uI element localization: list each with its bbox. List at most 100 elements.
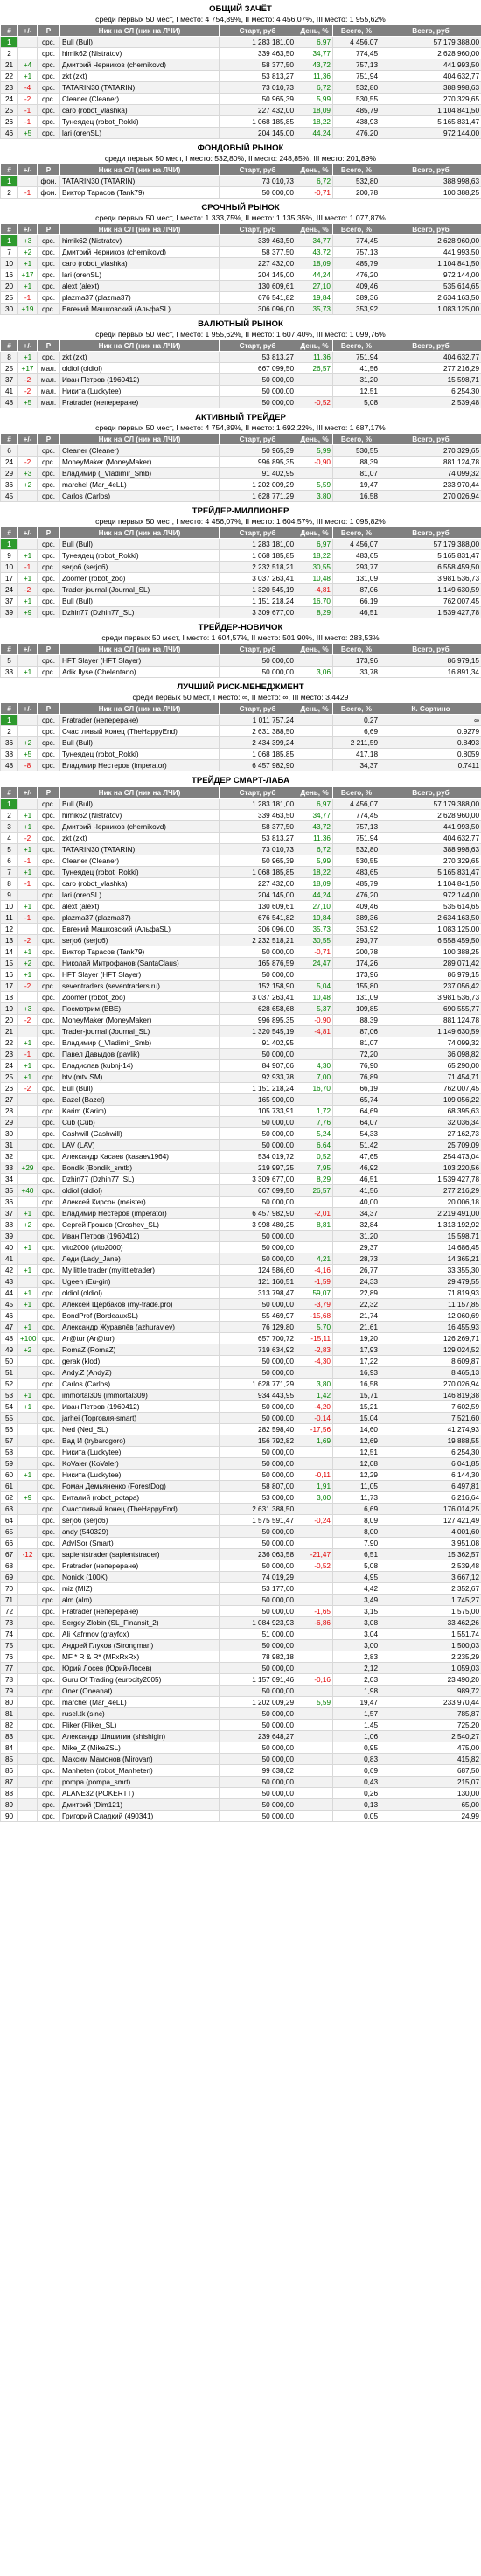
trader-name-cell[interactable]: LAV (LAV) (60, 1140, 220, 1151)
trader-name-cell[interactable]: AdvISor (Smart) (60, 1538, 220, 1549)
trader-name-cell[interactable]: MF * R & R* (MFxRxRx) (60, 1651, 220, 1663)
trader-name-cell[interactable]: RomaZ (RomaZ) (60, 1344, 220, 1356)
trader-name-cell[interactable]: Ar@tur (Ar@tur) (60, 1333, 220, 1344)
trader-name-cell[interactable]: Oner (Oneanat) (60, 1686, 220, 1697)
trader-name-cell[interactable]: Dzhin77 (Dzhin77_SL) (60, 607, 220, 618)
trader-name-cell[interactable]: Роман Демьяненко (ForestDog) (60, 1481, 220, 1492)
trader-name-cell[interactable]: Bull (Bull) (60, 596, 220, 607)
trader-name-cell[interactable]: Zoomer (robot_zoo) (60, 992, 220, 1003)
trader-name-cell[interactable]: Bull (Bull) (60, 1083, 220, 1094)
trader-name-cell[interactable]: Александр Шишигин (shishigin) (60, 1731, 220, 1742)
trader-name-cell[interactable]: btv (mtv SM) (60, 1072, 220, 1083)
trader-name-cell[interactable]: vito2000 (vito2000) (60, 1242, 220, 1253)
trader-name-cell[interactable]: Дмитрий Черников (chernikovd) (60, 247, 220, 258)
trader-name-cell[interactable]: zkt (zkt) (60, 833, 220, 844)
trader-name-cell[interactable]: Fliker (Fliker_SL) (60, 1720, 220, 1731)
trader-name-cell[interactable]: plazma37 (plazma37) (60, 292, 220, 304)
trader-name-cell[interactable]: oldiol (oldiol) (60, 1185, 220, 1197)
trader-name-cell[interactable]: Andy.Z (AndyZ) (60, 1367, 220, 1379)
trader-name-cell[interactable]: lari (orenSL) (60, 890, 220, 901)
trader-name-cell[interactable]: Trader-journal (Journal_SL) (60, 584, 220, 596)
trader-name-cell[interactable]: Александр Журавлёв (azhuravlev) (60, 1322, 220, 1333)
trader-name-cell[interactable]: Bull (Bull) (60, 539, 220, 550)
trader-name-cell[interactable]: zkt (zkt) (60, 71, 220, 82)
trader-name-cell[interactable]: Bondik (Bondik_smtb) (60, 1162, 220, 1174)
trader-name-cell[interactable]: Bull (Bull) (60, 37, 220, 48)
trader-name-cell[interactable]: TATARIN30 (TATARIN) (60, 844, 220, 855)
trader-name-cell[interactable]: serjo6 (serjo6) (60, 1515, 220, 1526)
trader-name-cell[interactable]: Ugeen (Eu-gin) (60, 1276, 220, 1288)
trader-name-cell[interactable]: himik62 (Nistratov) (60, 235, 220, 247)
trader-name-cell[interactable]: oldiol (oldiol) (60, 363, 220, 374)
trader-name-cell[interactable]: HFT Slayer (HFT Slayer) (60, 655, 220, 667)
trader-name-cell[interactable]: Николай Митрофанов (SantaClaus) (60, 958, 220, 969)
trader-name-cell[interactable]: Счастливый Конец (TheHappyEnd) (60, 1504, 220, 1515)
trader-name-cell[interactable]: miz (MIZ) (60, 1583, 220, 1595)
trader-name-cell[interactable]: lari (orenSL) (60, 269, 220, 281)
trader-name-cell[interactable]: MoneyMaker (MoneyMaker) (60, 1015, 220, 1026)
trader-name-cell[interactable]: Mike_Z (MikeZSL) (60, 1742, 220, 1754)
trader-name-cell[interactable]: Тунеядец (robot_Rokki) (60, 550, 220, 562)
trader-name-cell[interactable]: Евгений Машковский (АльфаSL) (60, 924, 220, 935)
trader-name-cell[interactable]: Karim (Karim) (60, 1106, 220, 1117)
trader-name-cell[interactable]: Юрий Лосев (Юрий-Лосев) (60, 1663, 220, 1674)
trader-name-cell[interactable]: caro (robot_vlashka) (60, 258, 220, 269)
trader-name-cell[interactable]: Владимир (_Vladimir_Smb) (60, 1037, 220, 1049)
trader-name-cell[interactable]: Cleaner (Cleaner) (60, 445, 220, 457)
trader-name-cell[interactable]: Trader-journal (Journal_SL) (60, 1026, 220, 1037)
trader-name-cell[interactable]: serjo6 (serjo6) (60, 935, 220, 946)
trader-name-cell[interactable]: Bazel (Bazel) (60, 1094, 220, 1106)
trader-name-cell[interactable]: rusel.tk (sinc) (60, 1708, 220, 1720)
trader-name-cell[interactable]: Александр Касаев (kasaev1964) (60, 1151, 220, 1162)
trader-name-cell[interactable]: Guru Of Trading (eurocity2005) (60, 1674, 220, 1686)
trader-name-cell[interactable]: Андрей Глухов (Strongman) (60, 1640, 220, 1651)
trader-name-cell[interactable]: My little trader (mylittletrader) (60, 1265, 220, 1276)
trader-name-cell[interactable]: Bull (Bull) (60, 799, 220, 810)
trader-name-cell[interactable]: Виктор Тарасов (Tank79) (60, 187, 220, 199)
trader-name-cell[interactable]: immortal309 (immortal309) (60, 1390, 220, 1401)
trader-name-cell[interactable]: Cleaner (Cleaner) (60, 855, 220, 867)
trader-name-cell[interactable]: Manheten (robot_Manheten) (60, 1765, 220, 1777)
trader-name-cell[interactable]: Carlos (Carlos) (60, 1379, 220, 1390)
trader-name-cell[interactable]: alm (alm) (60, 1595, 220, 1606)
trader-name-cell[interactable]: Владимир Нестеров (imperator) (60, 760, 220, 771)
trader-name-cell[interactable]: BondProf (BordeauxSL) (60, 1310, 220, 1322)
trader-name-cell[interactable]: Виктор Тарасов (Tank79) (60, 946, 220, 958)
trader-name-cell[interactable]: Евгений Машковский (АльфаSL) (60, 304, 220, 315)
trader-name-cell[interactable]: ALANE32 (POKERTT) (60, 1788, 220, 1799)
trader-name-cell[interactable]: Владислав (kubnj-14) (60, 1060, 220, 1072)
trader-name-cell[interactable]: zkt (zkt) (60, 352, 220, 363)
trader-name-cell[interactable]: Счастливый Конец (TheHappyEnd) (60, 726, 220, 737)
trader-name-cell[interactable]: Максим Мамонов (Mirovan) (60, 1754, 220, 1765)
trader-name-cell[interactable]: Nonick (100K) (60, 1572, 220, 1583)
trader-name-cell[interactable]: seventraders (seventraders.ru) (60, 981, 220, 992)
trader-name-cell[interactable]: Pratrader (непереране) (60, 397, 220, 408)
trader-name-cell[interactable]: sapientstrader (sapientstrader) (60, 1549, 220, 1560)
trader-name-cell[interactable]: caro (robot_vlashka) (60, 878, 220, 890)
trader-name-cell[interactable]: Алексей Кирсон (meister) (60, 1197, 220, 1208)
trader-name-cell[interactable]: oldiol (oldiol) (60, 1288, 220, 1299)
trader-name-cell[interactable]: Дмитрий Черников (chernikovd) (60, 821, 220, 833)
trader-name-cell[interactable]: pompa (pompa_smrt) (60, 1777, 220, 1788)
trader-name-cell[interactable]: Леди (Lady_Jane) (60, 1253, 220, 1265)
trader-name-cell[interactable]: Тунеядец (robot_Rokki) (60, 116, 220, 128)
trader-name-cell[interactable]: Дмитрий (Dim121) (60, 1799, 220, 1811)
trader-name-cell[interactable]: Павел Давыдов (pavlik) (60, 1049, 220, 1060)
trader-name-cell[interactable]: Посмотрим (BBE) (60, 1003, 220, 1015)
trader-name-cell[interactable]: alext (alext) (60, 901, 220, 912)
trader-name-cell[interactable]: TATARIN30 (TATARIN) (60, 176, 220, 187)
trader-name-cell[interactable]: Тунеядец (robot_Rokki) (60, 867, 220, 878)
trader-name-cell[interactable]: Ali Kafrmov (grayfox) (60, 1629, 220, 1640)
trader-name-cell[interactable]: Владимир (_Vladimir_Smb) (60, 468, 220, 479)
trader-name-cell[interactable]: Bull (Bull) (60, 737, 220, 749)
trader-name-cell[interactable]: alext (alext) (60, 281, 220, 292)
trader-name-cell[interactable]: Григорий Сладкий (490341) (60, 1811, 220, 1822)
trader-name-cell[interactable]: himik62 (Nistratov) (60, 810, 220, 821)
trader-name-cell[interactable]: Никита (Luckytee) (60, 386, 220, 397)
trader-name-cell[interactable]: Никита (Luckytee) (60, 1470, 220, 1481)
trader-name-cell[interactable]: gerak (klod) (60, 1356, 220, 1367)
trader-name-cell[interactable]: Дмитрий Черников (chernikovd) (60, 59, 220, 71)
trader-name-cell[interactable]: Иван Петров (1960412) (60, 374, 220, 386)
trader-name-cell[interactable]: Иван Петров (1960412) (60, 1231, 220, 1242)
trader-name-cell[interactable]: marchel (Mar_4eLL) (60, 479, 220, 491)
